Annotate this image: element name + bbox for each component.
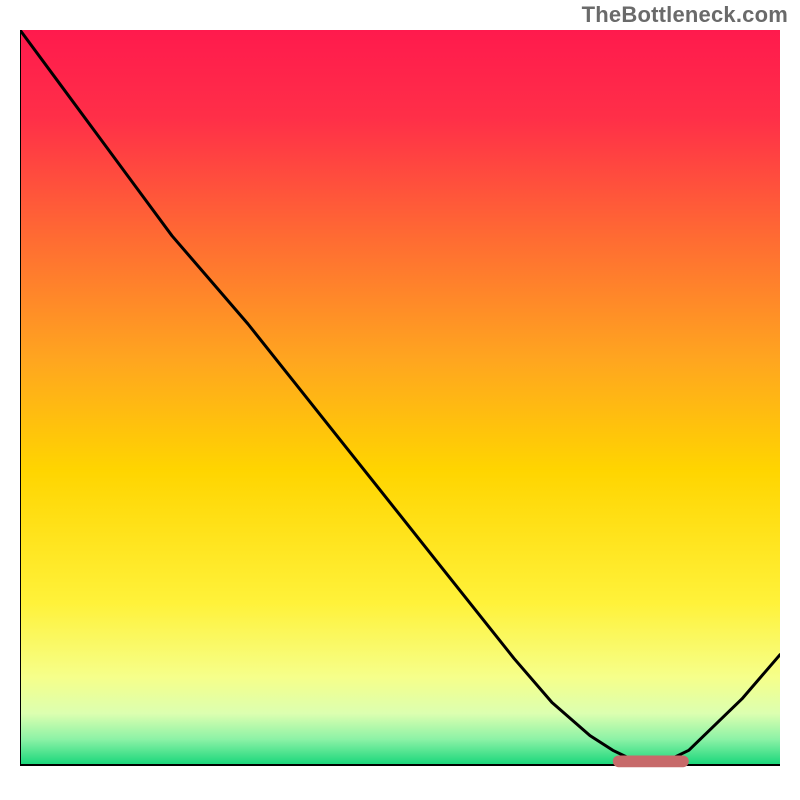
chart-svg: [20, 30, 780, 780]
optimal-range-marker: [613, 755, 689, 767]
plot-area: [20, 30, 780, 780]
watermark-text: TheBottleneck.com: [582, 2, 788, 28]
gradient-background: [20, 30, 780, 765]
chart-container: TheBottleneck.com: [0, 0, 800, 800]
